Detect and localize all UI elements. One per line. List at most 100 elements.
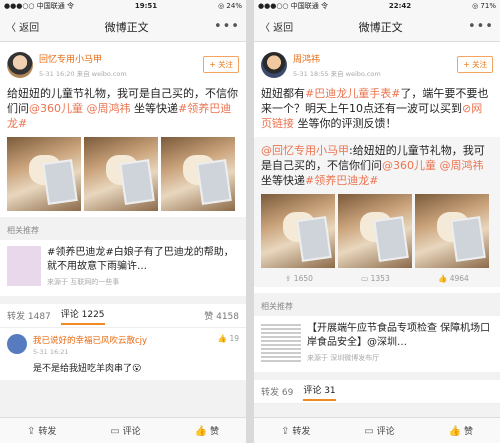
- repost-text: @回忆专用小马甲:给妞妞的儿童节礼物，我可是自己买的，不信你们问@360儿童 @…: [261, 143, 493, 188]
- avatar[interactable]: [7, 334, 27, 354]
- post-photo[interactable]: [338, 194, 412, 268]
- bottom-action-bar: ⇪ 转发 ▭ 评论 👍 赞: [0, 417, 246, 443]
- comment-text: 是不是给我妞吃羊肉串了😮: [33, 364, 142, 374]
- avatar[interactable]: [261, 52, 287, 78]
- post-meta: 5-31 18:55 来自 weibo.com: [293, 70, 381, 78]
- photo-grid: [261, 194, 493, 268]
- repost-icon: ⇪: [280, 426, 290, 437]
- tab-repost[interactable]: 转发 69: [261, 385, 293, 398]
- post-text: 妞妞都有#巴迪龙儿童手表#了，端午要不要也来一个？明天上午10点还有一波可以买到…: [261, 86, 493, 131]
- post-photo[interactable]: [161, 137, 235, 211]
- tab-comment[interactable]: 评论 31: [303, 383, 336, 401]
- comment-author[interactable]: 我已说好的幸福已风吹云散cjy: [33, 334, 147, 346]
- nav-bar: 〈 返回 微博正文 •••: [254, 12, 500, 42]
- mention-link[interactable]: @360儿童: [29, 102, 83, 115]
- page-title: 微博正文: [104, 20, 149, 34]
- carrier-label: ●●●○○ 中国联通 令: [4, 2, 74, 10]
- post-photo[interactable]: [84, 137, 158, 211]
- thumbs-up-icon: 👍: [448, 426, 462, 437]
- comment-item: 我已说好的幸福已风吹云散cjy 5-31 16:21 是不是给我妞吃羊肉串了😮 …: [0, 328, 246, 380]
- follow-button[interactable]: + 关注: [203, 56, 239, 73]
- like-count-value: 4964: [449, 274, 469, 283]
- comment-button[interactable]: ▭ 评论: [110, 424, 140, 437]
- screenshot-composite: ●●●○○ 中国联通 令 19:51 ◎ 24% 〈 返回 微博正文 ••• 回…: [0, 0, 500, 443]
- related-source: 来源于 深圳微博发布厅: [307, 354, 380, 362]
- author-name[interactable]: 回忆专用小马甲: [39, 52, 127, 65]
- weibo-post: 回忆专用小马甲 5-31 16:20 来自 weibo.com + 关注 给妞妞…: [0, 42, 246, 217]
- tab-like[interactable]: 赞 4158: [204, 309, 239, 322]
- follow-button[interactable]: + 关注: [457, 56, 493, 73]
- like-label: 赞: [210, 427, 220, 437]
- related-heading: 相关推荐: [261, 302, 293, 311]
- related-heading: 相关推荐: [7, 226, 39, 235]
- hashtag-link[interactable]: #巴迪龙儿童手表#: [305, 87, 400, 100]
- clock: 19:51: [134, 2, 158, 10]
- repost-button[interactable]: ⇪ 转发: [27, 424, 56, 437]
- more-options-icon[interactable]: •••: [468, 19, 494, 34]
- repost-button[interactable]: ⇪ 转发: [281, 424, 310, 437]
- comment-icon: ▭: [364, 426, 374, 437]
- tab-comment[interactable]: 评论 1225: [60, 307, 105, 325]
- status-bar: ●●●○○ 中国联通 令 22:42 ◎ 71%: [254, 0, 500, 12]
- related-item[interactable]: #领养巴迪龙#白娘子有了巴迪龙的帮助，就不用故意下雨骗许… 来源于 互联网的一些…: [0, 240, 246, 296]
- clock: 22:42: [388, 2, 412, 10]
- post-text-part: 坐等快递: [130, 102, 178, 115]
- back-button[interactable]: 〈 返回: [6, 19, 39, 34]
- nav-bar: 〈 返回 微博正文 •••: [0, 12, 246, 42]
- post-text-part: 坐等你的评测反馈！: [294, 117, 397, 130]
- mention-link[interactable]: @360儿童: [382, 159, 436, 172]
- comment-time: 5-31 16:21: [33, 348, 69, 356]
- hashtag-link[interactable]: #领养巴迪龙#: [305, 174, 378, 187]
- photo-grid: [7, 137, 239, 211]
- like-button[interactable]: 👍 赞: [195, 424, 219, 437]
- more-options-icon[interactable]: •••: [214, 19, 240, 34]
- left-phone-screen: ●●●○○ 中国联通 令 19:51 ◎ 24% 〈 返回 微博正文 ••• 回…: [0, 0, 246, 443]
- post-text-part: 妞妞都有: [261, 87, 305, 100]
- related-title: #领养巴迪龙#白娘子有了巴迪龙的帮助，就不用故意下雨骗许…: [47, 247, 234, 272]
- right-phone-screen: ●●●○○ 中国联通 令 22:42 ◎ 71% 〈 返回 微博正文 ••• 周…: [254, 0, 500, 443]
- like-count[interactable]: 👍 4964: [438, 274, 469, 283]
- repost-counts: ⇪ 1650 ▭ 1353 👍 4964: [261, 274, 493, 283]
- bottom-action-bar: ⇪ 转发 ▭ 评论 👍 赞: [254, 417, 500, 443]
- battery-label: ◎ 24%: [218, 2, 242, 10]
- mention-link[interactable]: @周鸿祎: [87, 102, 131, 115]
- interaction-tabs: 转发 1487 评论 1225 赞 4158: [0, 304, 246, 328]
- post-photo[interactable]: [261, 194, 335, 268]
- carrier-label: ●●●○○ 中国联通 令: [258, 2, 328, 10]
- thumbs-up-icon: 👍: [194, 426, 208, 437]
- tab-repost[interactable]: 转发 1487: [7, 309, 51, 322]
- post-text: 给妞妞的儿童节礼物，我可是自己买的，不信你们问@360儿童 @周鸿祎 坐等快递#…: [7, 86, 239, 131]
- comment-like-count[interactable]: 👍 19: [218, 334, 239, 374]
- back-button[interactable]: 〈 返回: [260, 19, 293, 34]
- comment-count[interactable]: ▭ 1353: [361, 274, 390, 283]
- related-thumbnail: [7, 246, 41, 286]
- weibo-post: 周鸿祎 5-31 18:55 来自 weibo.com + 关注 妞妞都有#巴迪…: [254, 42, 500, 293]
- like-label: 赞: [464, 427, 474, 437]
- reposted-content[interactable]: @回忆专用小马甲:给妞妞的儿童节礼物，我可是自己买的，不信你们问@360儿童 @…: [254, 137, 500, 287]
- comment-count-value: 1353: [370, 274, 390, 283]
- repost-label: 转发: [292, 427, 311, 437]
- related-title: 【开展端午应节食品专项检查 保障机场口岸食品安全】@深圳…: [307, 323, 491, 348]
- repost-count[interactable]: ⇪ 1650: [285, 274, 313, 283]
- repost-icon: ⇪: [26, 426, 36, 437]
- battery-label: ◎ 71%: [472, 2, 496, 10]
- comment-icon: ▭: [110, 426, 120, 437]
- avatar[interactable]: [7, 52, 33, 78]
- mention-link[interactable]: @周鸿祎: [440, 159, 484, 172]
- interaction-tabs: 转发 69 评论 31: [254, 380, 500, 404]
- thumbs-up-icon: 👍: [438, 274, 450, 283]
- related-thumbnail: [261, 322, 301, 362]
- like-button[interactable]: 👍 赞: [449, 424, 473, 437]
- repost-icon: ⇪: [285, 274, 294, 283]
- mention-link[interactable]: @回忆专用小马甲: [261, 144, 349, 157]
- author-name[interactable]: 周鸿祎: [293, 52, 381, 65]
- post-meta: 5-31 16:20 来自 weibo.com: [39, 70, 127, 78]
- comment-label: 评论: [122, 427, 141, 437]
- comment-label: 评论: [376, 427, 395, 437]
- comment-button[interactable]: ▭ 评论: [364, 424, 394, 437]
- post-photo[interactable]: [415, 194, 489, 268]
- post-photo[interactable]: [7, 137, 81, 211]
- related-item[interactable]: 【开展端午应节食品专项检查 保障机场口岸食品安全】@深圳… 来源于 深圳微博发布…: [254, 316, 500, 372]
- repost-text-part: 坐等快递: [261, 174, 305, 187]
- post-header: 周鸿祎 5-31 18:55 来自 weibo.com + 关注: [261, 48, 493, 82]
